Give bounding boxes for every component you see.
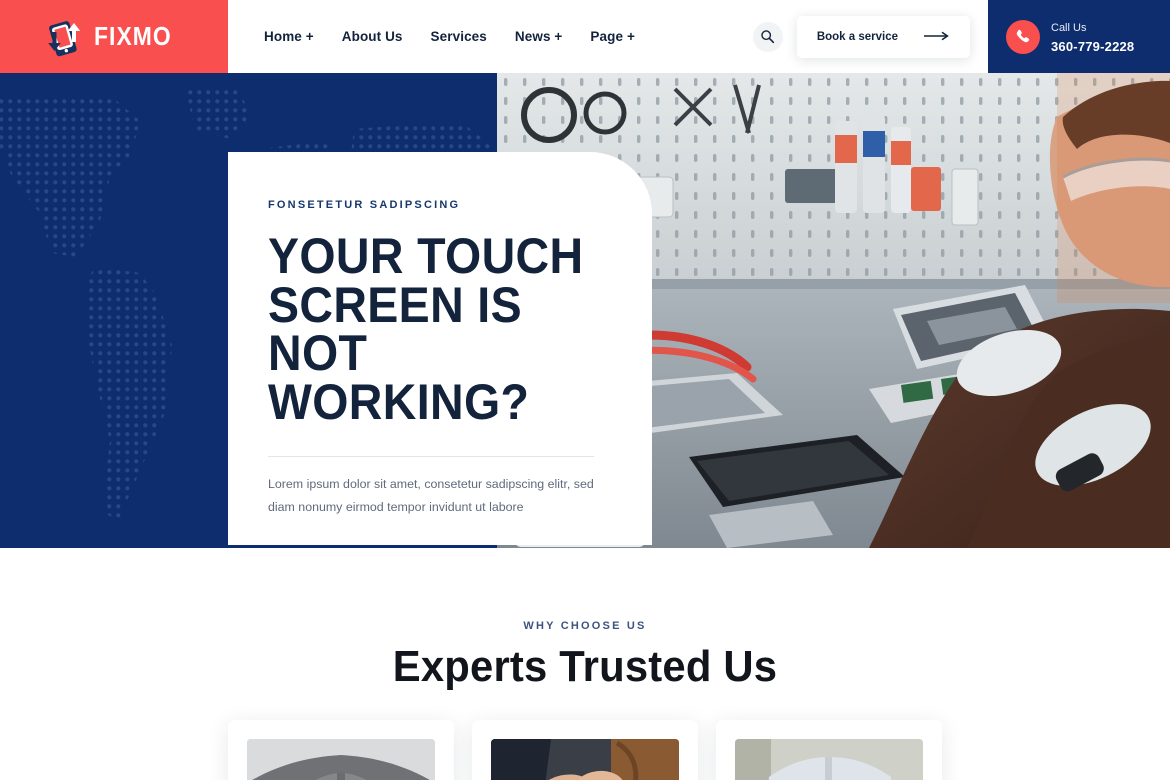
- site-header: FIXMO Home + About Us Services News + Pa…: [0, 0, 1170, 73]
- call-us-text: Call Us 360-779-2228: [1051, 17, 1134, 57]
- expert-card-1[interactable]: [228, 720, 454, 780]
- header-nav-zone: Home + About Us Services News + Page + B…: [228, 0, 988, 73]
- expert-card-2-photo: [491, 739, 679, 780]
- book-a-service-header-label: Book a service: [816, 30, 898, 43]
- brand-name: FIXMO: [94, 21, 173, 51]
- nav-item-about-us[interactable]: About Us: [342, 29, 403, 44]
- search-button[interactable]: [752, 21, 783, 52]
- expert-cards-list: [0, 720, 1170, 780]
- why-choose-us-section: WHY CHOOSE US Experts Trusted Us: [0, 548, 1170, 780]
- call-us-label: Call Us: [1051, 21, 1087, 34]
- brand-logo[interactable]: FIXMO: [0, 0, 228, 73]
- hero-eyebrow: FONSETETUR SADIPSCING: [268, 199, 461, 211]
- search-icon: [761, 30, 775, 44]
- main-nav: Home + About Us Services News + Page +: [264, 29, 635, 44]
- section-title: Experts Trusted Us: [392, 642, 778, 691]
- book-a-service-header-button[interactable]: Book a service: [796, 15, 970, 58]
- nav-item-news[interactable]: News +: [515, 29, 563, 44]
- expert-card-1-photo: [247, 739, 435, 780]
- nav-item-services[interactable]: Services: [431, 29, 487, 44]
- nav-item-page[interactable]: Page +: [590, 29, 635, 44]
- hero-content-card: FONSETETUR SADIPSCING YOUR TOUCH SCREEN …: [228, 152, 652, 545]
- expert-card-3[interactable]: [716, 720, 942, 780]
- hero-title: YOUR TOUCH SCREEN IS NOT WORKING?: [268, 228, 588, 430]
- phone-icon: [1006, 19, 1040, 54]
- expert-card-3-photo: [735, 739, 923, 780]
- phone-repair-icon: [45, 16, 85, 58]
- hero-section: FONSETETUR SADIPSCING YOUR TOUCH SCREEN …: [0, 73, 1170, 548]
- hero-divider: [268, 456, 594, 457]
- hero-description: Lorem ipsum dolor sit amet, consetetur s…: [268, 477, 594, 514]
- section-eyebrow: WHY CHOOSE US: [523, 620, 647, 632]
- call-us-number: 360-779-2228: [1051, 38, 1135, 54]
- nav-item-home[interactable]: Home +: [264, 29, 314, 44]
- call-us-block[interactable]: Call Us 360-779-2228: [988, 0, 1170, 73]
- arrow-right-icon: [924, 28, 950, 46]
- hero-title-line-1: YOUR TOUCH SCREEN IS: [268, 228, 584, 333]
- expert-card-2[interactable]: [472, 720, 698, 780]
- hero-title-line-2: NOT WORKING?: [268, 325, 530, 430]
